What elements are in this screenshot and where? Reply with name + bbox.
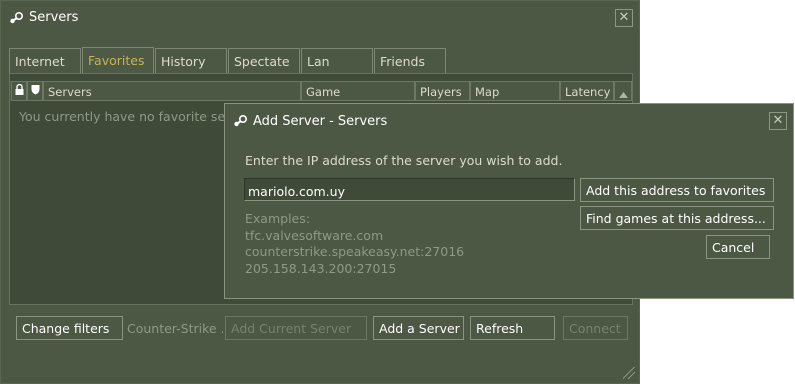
steam-icon bbox=[8, 11, 24, 25]
cancel-button[interactable]: Cancel bbox=[706, 235, 770, 259]
servers-titlebar[interactable]: Servers ✕ bbox=[1, 1, 639, 35]
example-item: 205.158.143.200:27015 bbox=[245, 260, 397, 276]
lock-column-header[interactable] bbox=[11, 81, 27, 101]
tab-internet[interactable]: Internet bbox=[9, 48, 81, 73]
column-servers[interactable]: Servers bbox=[43, 81, 301, 101]
server-list-header: Servers Game Players Map Latency bbox=[10, 81, 632, 101]
tab-lan[interactable]: Lan bbox=[301, 48, 373, 73]
column-players[interactable]: Players bbox=[415, 81, 470, 101]
sort-button[interactable] bbox=[614, 81, 632, 101]
add-a-server-button[interactable]: Add a Server bbox=[373, 316, 464, 340]
dialog-titlebar[interactable]: Add Server - Servers ✕ bbox=[225, 104, 793, 138]
tab-friends[interactable]: Friends bbox=[374, 48, 446, 73]
add-to-favorites-button[interactable]: Add this address to favorites bbox=[580, 178, 774, 202]
shield-icon bbox=[31, 84, 40, 98]
secure-column-header[interactable] bbox=[27, 81, 43, 101]
window-title: Servers bbox=[29, 10, 79, 25]
sort-ascending-icon bbox=[619, 87, 628, 101]
column-latency[interactable]: Latency bbox=[560, 81, 614, 101]
add-current-server-button[interactable]: Add Current Server bbox=[225, 316, 367, 340]
find-games-button[interactable]: Find games at this address... bbox=[580, 206, 774, 230]
examples-block: Examples: tfc.valvesoftware.com counters… bbox=[245, 211, 464, 277]
connect-button[interactable]: Connect bbox=[563, 316, 628, 340]
tab-spectate[interactable]: Spectate bbox=[228, 48, 300, 73]
dialog-prompt: Enter the IP address of the server you w… bbox=[245, 153, 563, 168]
close-icon: ✕ bbox=[618, 10, 630, 25]
examples-heading: Examples: bbox=[245, 211, 310, 226]
add-server-dialog: Add Server - Servers ✕ Enter the IP addr… bbox=[224, 103, 794, 299]
refresh-button[interactable]: Refresh bbox=[470, 316, 555, 340]
tab-history[interactable]: History bbox=[155, 48, 227, 73]
change-filters-button[interactable]: Change filters bbox=[16, 316, 123, 340]
example-item: counterstrike.speakeasy.net:27016 bbox=[245, 244, 465, 259]
close-button[interactable]: ✕ bbox=[615, 9, 633, 27]
dialog-title: Add Server - Servers bbox=[253, 114, 388, 129]
column-game[interactable]: Game bbox=[301, 81, 415, 101]
steam-icon bbox=[232, 114, 248, 128]
lock-icon bbox=[15, 83, 24, 98]
dialog-close-button[interactable]: ✕ bbox=[769, 112, 787, 130]
example-item: tfc.valvesoftware.com bbox=[245, 227, 384, 243]
tab-favorites[interactable]: Favorites bbox=[82, 47, 154, 73]
resize-grip-icon[interactable] bbox=[623, 367, 635, 379]
ip-address-input[interactable] bbox=[244, 178, 575, 201]
close-icon: ✕ bbox=[772, 113, 784, 128]
filter-summary: Counter-Strike ... bbox=[127, 321, 223, 336]
column-map[interactable]: Map bbox=[470, 81, 560, 101]
